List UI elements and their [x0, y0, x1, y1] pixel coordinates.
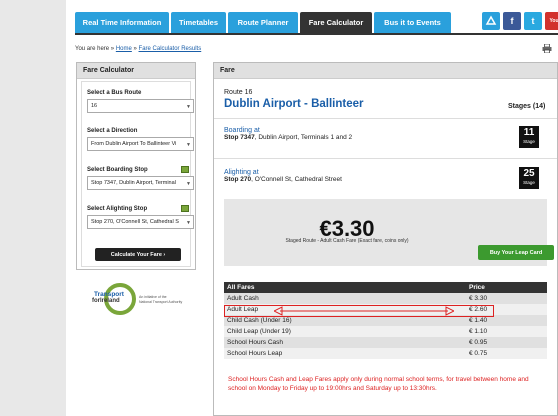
fares-table: All Fares Price Adult Cash € 3.30 Adult … — [224, 282, 547, 359]
route-select[interactable]: 16 ▼ — [87, 99, 194, 113]
alighting-stage-number: 25 — [523, 168, 535, 179]
header-price: Price — [469, 284, 485, 291]
tab-real-time-information[interactable]: Real Time Information — [75, 12, 169, 33]
facebook-icon[interactable]: f — [503, 12, 521, 30]
table-row: Child Leap (Under 19) € 1.10 — [224, 326, 547, 337]
fare-price-cell: € 0.75 — [469, 350, 488, 357]
table-row: Adult Cash € 3.30 — [224, 293, 547, 304]
chevron-down-icon: ▼ — [186, 104, 191, 110]
youtube-icon[interactable]: You — [545, 12, 558, 30]
boarding-label: Boarding at — [224, 127, 260, 134]
tab-route-planner[interactable]: Route Planner — [228, 12, 298, 33]
sidebar-form: Select a Bus Route 16 ▼ Select a Directi… — [81, 81, 194, 267]
alighting-stop-value: Stop 270, O'Connell St, Cathedral S — [91, 219, 179, 225]
sidebar-title: Fare Calculator — [77, 63, 195, 79]
boarding-info: Boarding at Stop 7347, Dublin Airport, T… — [224, 127, 352, 141]
chevron-down-icon: ▼ — [186, 181, 191, 187]
boarding-stage-badge: 11 Stage — [519, 126, 539, 148]
transport-for-ireland-logo[interactable]: Transport forIreland An initiative of th… — [90, 280, 200, 320]
boarding-stop-desc: , Dublin Airport, Terminals 1 and 2 — [254, 134, 353, 141]
fare-price-cell: € 1.40 — [469, 317, 488, 324]
header-all-fares: All Fares — [227, 284, 255, 291]
alighting-label: Alighting at — [224, 169, 259, 176]
route-name: Dublin Airport - Ballinteer — [224, 98, 364, 110]
map-icon[interactable] — [181, 166, 189, 173]
alighting-info: Alighting at Stop 270, O'Connell St, Cat… — [224, 169, 342, 183]
direction-select[interactable]: From Dublin Airport To Ballinteer Vi ▼ — [87, 137, 194, 151]
stages-count: Stages (14) — [508, 103, 546, 110]
boarding-stage-word: Stage — [523, 139, 535, 144]
double-arrow-annotation — [274, 306, 454, 316]
alighting-stop-number: Stop 270 — [224, 176, 252, 183]
buy-leap-card-button[interactable]: Buy Your Leap Card — [478, 245, 554, 260]
logo-tagline1: An initiative of the — [139, 295, 167, 299]
fare-type: Child Leap (Under 19) — [227, 328, 291, 335]
tab-bus-it-to-events[interactable]: Bus it to Events — [374, 12, 451, 33]
boarding-stage-number: 11 — [523, 127, 535, 138]
tab-fare-calculator[interactable]: Fare Calculator — [300, 12, 372, 33]
alighting-stage-badge: 25 Stage — [519, 167, 539, 189]
breadcrumb-home-link[interactable]: Home — [116, 46, 132, 52]
school-hours-note: School Hours Cash and Leap Fares apply o… — [228, 376, 529, 392]
nav-underline — [75, 33, 558, 35]
social-links: f t You — [479, 12, 558, 30]
boarding-stop-label: Select Boarding Stop — [87, 167, 148, 173]
direction-select-value: From Dublin Airport To Ballinteer Vi — [91, 141, 177, 147]
direction-select-label: Select a Direction — [87, 128, 138, 134]
logo-line1: Transport — [94, 291, 124, 298]
tab-timetables[interactable]: Timetables — [171, 12, 226, 33]
divider — [214, 158, 557, 159]
chevron-down-icon: ▼ — [186, 220, 191, 226]
transport-icon[interactable] — [482, 12, 500, 30]
fare-type: Adult Cash — [227, 295, 259, 302]
price-summary: €3.30 Staged Route - Adult Cash Fare (Ex… — [224, 199, 554, 266]
main-nav: Real Time Information Timetables Route P… — [75, 12, 453, 33]
calculate-fare-button[interactable]: Calculate Your Fare › — [95, 248, 181, 261]
breadcrumb: You are here » Home » Fare Calculator Re… — [75, 46, 201, 52]
chevron-down-icon: ▼ — [186, 142, 191, 148]
boarding-stop-value: Stop 7347, Dublin Airport, Terminal — [91, 180, 176, 186]
fare-panel: Fare Route 16 Dublin Airport - Ballintee… — [213, 62, 558, 416]
route-select-label: Select a Bus Route — [87, 90, 142, 96]
fare-calculator-sidebar: Fare Calculator Select a Bus Route 16 ▼ … — [76, 62, 196, 270]
table-row: School Hours Leap € 0.75 — [224, 348, 547, 359]
fare-type: Child Cash (Under 16) — [227, 317, 292, 324]
route-select-value: 16 — [91, 103, 98, 109]
fare-type: School Hours Leap — [227, 350, 283, 357]
logo-tagline2: National Transport Authority — [139, 300, 183, 304]
boarding-stop-number: Stop 7347 — [224, 134, 255, 141]
fare-price-cell: € 3.30 — [469, 295, 488, 302]
divider — [214, 118, 557, 119]
breadcrumb-prefix: You are here » — [75, 46, 115, 52]
fare-type: School Hours Cash — [227, 339, 283, 346]
route-label: Route 16 — [224, 89, 253, 96]
breadcrumb-separator: » — [133, 46, 137, 52]
table-row: School Hours Cash € 0.95 — [224, 337, 547, 348]
logo-line2: forIreland — [92, 298, 120, 304]
page: Real Time Information Timetables Route P… — [66, 0, 558, 416]
fare-panel-title: Fare — [214, 63, 557, 79]
print-icon[interactable] — [542, 43, 552, 54]
breadcrumb-current-link[interactable]: Fare Calculator Results — [139, 46, 202, 52]
alighting-stage-word: Stage — [523, 180, 535, 185]
fare-price-note: Staged Route - Adult Cash Fare (Exact fa… — [285, 238, 409, 244]
map-icon[interactable] — [181, 205, 189, 212]
alighting-stop-select[interactable]: Stop 270, O'Connell St, Cathedral S ▼ — [87, 215, 194, 229]
alighting-stop-desc: , O'Connell St, Cathedral Street — [251, 176, 342, 183]
boarding-stop-select[interactable]: Stop 7347, Dublin Airport, Terminal ▼ — [87, 176, 194, 190]
twitter-icon[interactable]: t — [524, 12, 542, 30]
alighting-stop-label: Select Alighting Stop — [87, 206, 148, 212]
fare-price-cell: € 1.10 — [469, 328, 488, 335]
fare-price-cell: € 0.95 — [469, 339, 488, 346]
table-header: All Fares Price — [224, 282, 547, 293]
